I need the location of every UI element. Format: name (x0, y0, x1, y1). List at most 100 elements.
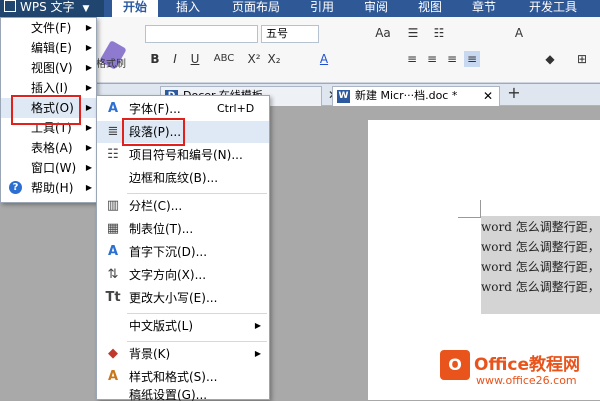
office-logo-icon: O (440, 350, 470, 380)
chevron-right-icon: ▶ (85, 63, 92, 72)
menu-item-change-case[interactable]: Tt 更改大小写(E)... (97, 287, 269, 309)
wps-logo-icon (4, 0, 16, 12)
chevron-right-icon: ▶ (85, 83, 92, 92)
menu-item-window[interactable]: 窗口(W) ▶ (1, 158, 96, 178)
menu-item-label: 制表位(T)... (129, 222, 194, 236)
tab-stops-icon: ▦ (106, 221, 120, 236)
app-menu-button[interactable]: WPS 文字 ▼ (0, 0, 104, 17)
close-icon[interactable]: ✕ (483, 87, 493, 105)
paragraph-icon: ≣ (107, 124, 119, 139)
chevron-right-icon: ▶ (85, 143, 92, 152)
doc-tab-active[interactable]: W 新建 Micr···档.doc * ✕ (332, 86, 500, 106)
background-icon: ◆ (108, 346, 118, 361)
document-line[interactable]: word 怎么调整行距， (481, 278, 600, 295)
underline-button[interactable]: U (188, 51, 202, 67)
menu-separator (127, 341, 267, 342)
change-case-icon: Tt (105, 290, 121, 305)
menu-item-file[interactable]: 文件(F) ▶ (1, 18, 96, 38)
ribbon-tab-bar: WPS 文字 ▼ 开始 插入 页面布局 引用 审阅 视图 章节 开发工具 (0, 0, 600, 17)
drop-cap-icon: A (107, 244, 119, 259)
menu-item-borders-shading[interactable]: 边框和底纹(B)... (97, 167, 269, 189)
menu-item-background[interactable]: ◆ 背景(K) ▶ (97, 343, 269, 365)
menu-item-label: 窗口(W) (31, 161, 77, 175)
chevron-down-icon: ▼ (82, 4, 90, 14)
strikethrough-button[interactable]: ABC (210, 51, 238, 67)
document-line[interactable]: word 怎么调整行距， (481, 218, 600, 235)
help-icon: ? (9, 181, 22, 194)
menu-item-font[interactable]: A 字体(F)... Ctrl+D (97, 98, 269, 120)
menu-item-styles-formatting[interactable]: A 样式和格式(S)... (97, 366, 269, 388)
columns-icon: ▥ (106, 198, 120, 213)
styles-icon[interactable]: A (508, 25, 530, 41)
borders-icon[interactable]: ⊞ (572, 51, 592, 67)
superscript-button[interactable]: X² (246, 51, 262, 67)
new-tab-icon[interactable]: + (506, 85, 522, 101)
tab-section[interactable]: 章节 (464, 0, 504, 17)
justify-icon[interactable]: ≡ (464, 51, 480, 67)
menu-item-label: 文字方向(X)... (129, 268, 207, 282)
doc-tab-label: 新建 Micr···档.doc * (355, 89, 458, 102)
menu-item-label: 背景(K) (129, 347, 171, 361)
menu-item-tab-stops[interactable]: ▦ 制表位(T)... (97, 218, 269, 240)
italic-button[interactable]: I (168, 51, 182, 67)
font-icon: A (107, 101, 119, 116)
tab-insert[interactable]: 插入 (168, 0, 208, 17)
tab-view[interactable]: 视图 (410, 0, 450, 17)
menu-separator (127, 313, 267, 314)
tab-page-layout[interactable]: 页面布局 (224, 0, 288, 17)
font-name-select[interactable] (145, 25, 258, 43)
word-doc-icon: W (337, 90, 350, 103)
menu-item-manuscript-paper[interactable]: 稿纸设置(G)... (97, 389, 269, 401)
numbering-icon[interactable]: ☷ (430, 25, 448, 41)
list-icon: ☷ (107, 147, 119, 162)
menu-item-view[interactable]: 视图(V) ▶ (1, 58, 96, 78)
menu-item-label: 样式和格式(S)... (129, 370, 218, 384)
chevron-right-icon: ▶ (254, 321, 261, 330)
chevron-right-icon: ▶ (85, 103, 92, 112)
tab-developer[interactable]: 开发工具 (518, 0, 588, 17)
chevron-right-icon: ▶ (85, 23, 92, 32)
menu-item-label: 文件(F) (31, 21, 72, 35)
watermark-title: Office教程网 (474, 355, 581, 375)
menu-item-table[interactable]: 表格(A) ▶ (1, 138, 96, 158)
menu-item-label: 编辑(E) (31, 41, 72, 55)
menu-item-drop-cap[interactable]: A 首字下沉(D)... (97, 241, 269, 263)
menu-item-help[interactable]: ? 帮助(H) ▶ (1, 178, 96, 198)
shortcut-label: Ctrl+D (217, 102, 255, 115)
menu-item-label: 分栏(C)... (129, 199, 183, 213)
change-case-button[interactable]: Aa (372, 25, 394, 41)
menu-item-label: 边框和底纹(B)... (129, 171, 219, 185)
subscript-button[interactable]: X₂ (266, 51, 282, 67)
chevron-right-icon: ▶ (85, 163, 92, 172)
shading-icon[interactable]: ◆ (540, 51, 560, 67)
tab-home[interactable]: 开始 (112, 0, 158, 17)
menu-separator (127, 193, 267, 194)
menu-item-text-direction[interactable]: ⇅ 文字方向(X)... (97, 264, 269, 286)
menu-item-label: 字体(F)... (129, 102, 181, 116)
document-line[interactable]: word 怎么调整行距， (481, 238, 600, 255)
tab-references[interactable]: 引用 (302, 0, 342, 17)
menu-item-label: 更改大小写(E)... (129, 291, 218, 305)
format-painter-label[interactable]: 格式刷 (96, 55, 126, 70)
chevron-right-icon: ▶ (254, 349, 261, 358)
menu-item-columns[interactable]: ▥ 分栏(C)... (97, 195, 269, 217)
text-direction-icon: ⇅ (107, 267, 119, 282)
align-center-icon[interactable]: ≡ (424, 51, 440, 67)
chevron-right-icon: ▶ (85, 43, 92, 52)
highlight-format-menu (11, 95, 81, 125)
crop-mark (458, 217, 480, 218)
bullets-icon[interactable]: ☰ (404, 25, 422, 41)
align-left-icon[interactable]: ≡ (404, 51, 420, 67)
menu-item-bullets-numbering[interactable]: ☷ 项目符号和编号(N)... (97, 144, 269, 166)
align-right-icon[interactable]: ≡ (444, 51, 460, 67)
font-color-button[interactable]: A (316, 51, 332, 67)
font-size-select[interactable]: 五号 (261, 25, 319, 43)
bold-button[interactable]: B (148, 51, 162, 67)
menu-item-edit[interactable]: 编辑(E) ▶ (1, 38, 96, 58)
chevron-right-icon: ▶ (85, 123, 92, 132)
chevron-right-icon: ▶ (85, 183, 92, 192)
menu-item-asian-layout[interactable]: 中文版式(L) ▶ (97, 315, 269, 337)
menu-item-label: 首字下沉(D)... (129, 245, 208, 259)
document-line[interactable]: word 怎么调整行距， (481, 258, 600, 275)
tab-review[interactable]: 审阅 (356, 0, 396, 17)
